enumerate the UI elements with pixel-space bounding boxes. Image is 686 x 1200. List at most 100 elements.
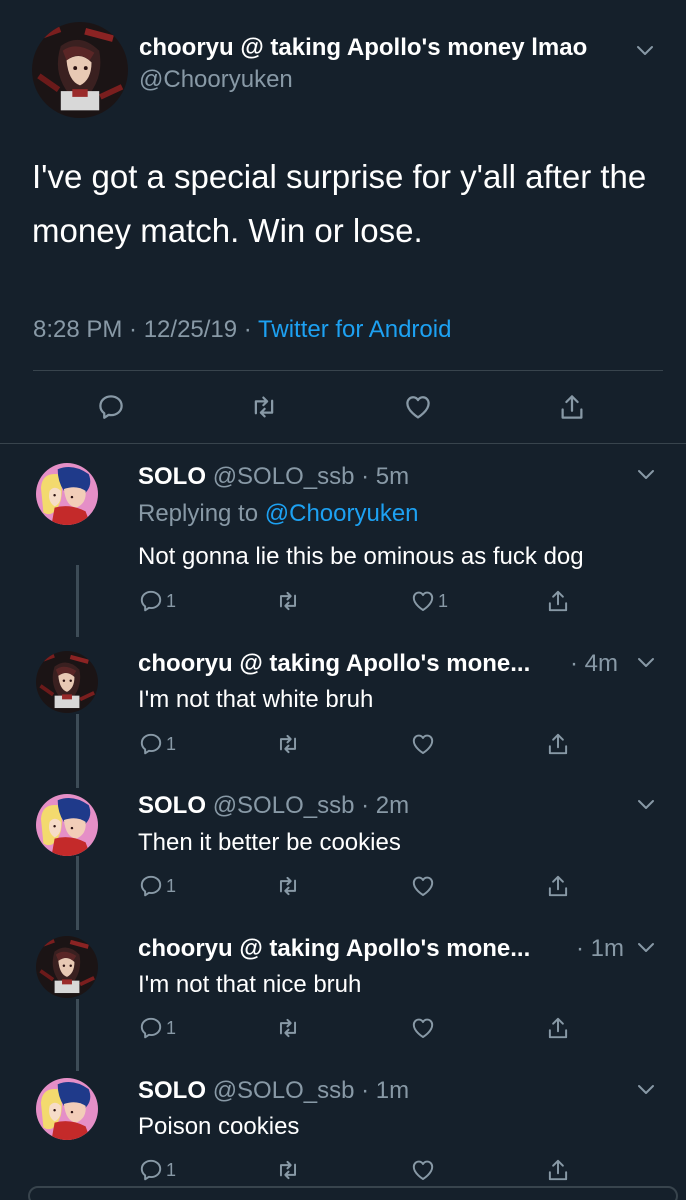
retweet-icon[interactable]	[249, 392, 279, 422]
share-button[interactable]	[545, 873, 571, 899]
reply-header: chooryu @ taking Apollo's mone...	[138, 650, 530, 678]
chevron-down-icon[interactable]	[637, 657, 655, 669]
retweet-button[interactable]	[275, 731, 301, 757]
thread-line	[76, 856, 79, 930]
reply-button[interactable]: 1	[138, 873, 176, 899]
share-icon	[545, 873, 571, 899]
retweet-icon	[275, 873, 301, 899]
retweet-icon	[275, 1015, 301, 1041]
reply-count: 1	[166, 1159, 177, 1180]
reply-text: Then it better be cookies	[138, 829, 401, 856]
retweet-button[interactable]	[275, 1157, 301, 1183]
reply-button[interactable]: 1	[138, 588, 176, 614]
retweet-button[interactable]	[275, 588, 301, 614]
share-button[interactable]	[545, 1157, 571, 1183]
chevron-down-icon[interactable]	[637, 942, 655, 954]
chevron-down-icon[interactable]	[637, 1084, 655, 1096]
reply-icon	[138, 731, 164, 757]
display-name[interactable]: chooryu @ taking Apollo's money lmao	[139, 34, 587, 62]
like-button[interactable]	[410, 873, 436, 899]
replying-to: Replying to @Chooryuken	[138, 500, 419, 528]
retweet-icon	[275, 731, 301, 757]
heart-icon	[410, 1015, 436, 1041]
chevron-down-icon[interactable]	[637, 469, 655, 481]
reply-icon[interactable]	[96, 392, 126, 422]
avatar[interactable]	[36, 651, 98, 713]
thread-line	[76, 714, 79, 788]
reply-text: I'm not that white bruh	[138, 686, 374, 713]
like-button[interactable]	[410, 1015, 436, 1041]
user-handle[interactable]: @SOLO_ssb	[213, 463, 355, 490]
reply-count: 1	[166, 733, 177, 754]
display-name[interactable]: chooryu @ taking Apollo's mone...	[138, 935, 530, 962]
tweet-timestamp: 8:28 PM · 12/25/19 ·	[33, 316, 259, 343]
avatar[interactable]	[36, 1078, 98, 1140]
reply-header: SOLO @SOLO_ssb · 2m	[138, 792, 409, 820]
reply-icon	[138, 873, 164, 899]
avatar[interactable]	[36, 463, 98, 525]
heart-icon	[410, 873, 436, 899]
replying-to-link[interactable]: @Chooryuken	[265, 500, 419, 527]
divider	[0, 443, 686, 444]
reply-count: 1	[166, 1017, 177, 1038]
display-name[interactable]: SOLO	[138, 1077, 206, 1104]
reply-icon	[138, 1157, 164, 1183]
share-icon	[545, 731, 571, 757]
retweet-button[interactable]	[275, 1015, 301, 1041]
user-handle[interactable]: @SOLO_ssb	[213, 792, 355, 819]
heart-icon	[410, 588, 436, 614]
reply-header: SOLO @SOLO_ssb · 5m	[138, 463, 409, 491]
avatar[interactable]	[36, 936, 98, 998]
user-handle[interactable]: @Chooryuken	[139, 66, 293, 94]
like-count: 1	[438, 590, 449, 611]
display-name[interactable]: SOLO	[138, 792, 206, 819]
like-button[interactable]: 1	[410, 588, 448, 614]
heart-icon	[410, 731, 436, 757]
reply-timestamp: · 4m	[570, 650, 618, 677]
reply-header: SOLO @SOLO_ssb · 1m	[138, 1077, 409, 1105]
heart-icon[interactable]	[403, 392, 433, 422]
reply-count: 1	[166, 590, 177, 611]
like-button[interactable]	[410, 1157, 436, 1183]
thread-line	[76, 999, 79, 1071]
reply-button[interactable]: 1	[138, 1157, 176, 1183]
reply-icon	[138, 1015, 164, 1041]
retweet-icon	[275, 588, 301, 614]
reply-text: I'm not that nice bruh	[138, 971, 362, 998]
tweet-meta: 8:28 PM · 12/25/19 · Twitter for Android	[33, 316, 451, 344]
reply-compose-bar[interactable]	[28, 1186, 678, 1200]
heart-icon	[410, 1157, 436, 1183]
tweet-source-link[interactable]: Twitter for Android	[258, 316, 451, 343]
chevron-down-icon[interactable]	[636, 45, 654, 57]
retweet-button[interactable]	[275, 873, 301, 899]
chevron-down-icon[interactable]	[637, 799, 655, 811]
reply-text: Not gonna lie this be ominous as fuck do…	[138, 543, 584, 570]
reply-timestamp: · 1m	[354, 1077, 410, 1104]
share-button[interactable]	[545, 1015, 571, 1041]
replying-to-label: Replying to	[138, 500, 265, 527]
thread-line	[76, 565, 79, 637]
user-handle[interactable]: @SOLO_ssb	[213, 1077, 355, 1104]
reply-count: 1	[166, 875, 177, 896]
display-name[interactable]: chooryu @ taking Apollo's mone...	[138, 650, 530, 677]
share-button[interactable]	[545, 731, 571, 757]
display-name[interactable]: SOLO	[138, 463, 206, 490]
reply-timestamp: · 1m	[576, 935, 624, 962]
like-button[interactable]	[410, 731, 436, 757]
retweet-icon	[275, 1157, 301, 1183]
reply-icon	[138, 588, 164, 614]
share-button[interactable]	[545, 588, 571, 614]
avatar[interactable]	[32, 22, 128, 118]
share-icon[interactable]	[557, 392, 587, 422]
share-icon	[545, 588, 571, 614]
main-tweet[interactable]: chooryu @ taking Apollo's money lmao @Ch…	[0, 0, 686, 443]
tweet-text: I've got a special surprise for y'all af…	[32, 158, 647, 249]
reply-header: chooryu @ taking Apollo's mone...	[138, 935, 530, 963]
reply-button[interactable]: 1	[138, 731, 176, 757]
avatar[interactable]	[36, 794, 98, 856]
reply-timestamp: · 5m	[354, 463, 410, 490]
reply-button[interactable]: 1	[138, 1015, 176, 1041]
share-icon	[545, 1015, 571, 1041]
divider	[33, 370, 663, 371]
reply-timestamp: · 2m	[354, 792, 410, 819]
